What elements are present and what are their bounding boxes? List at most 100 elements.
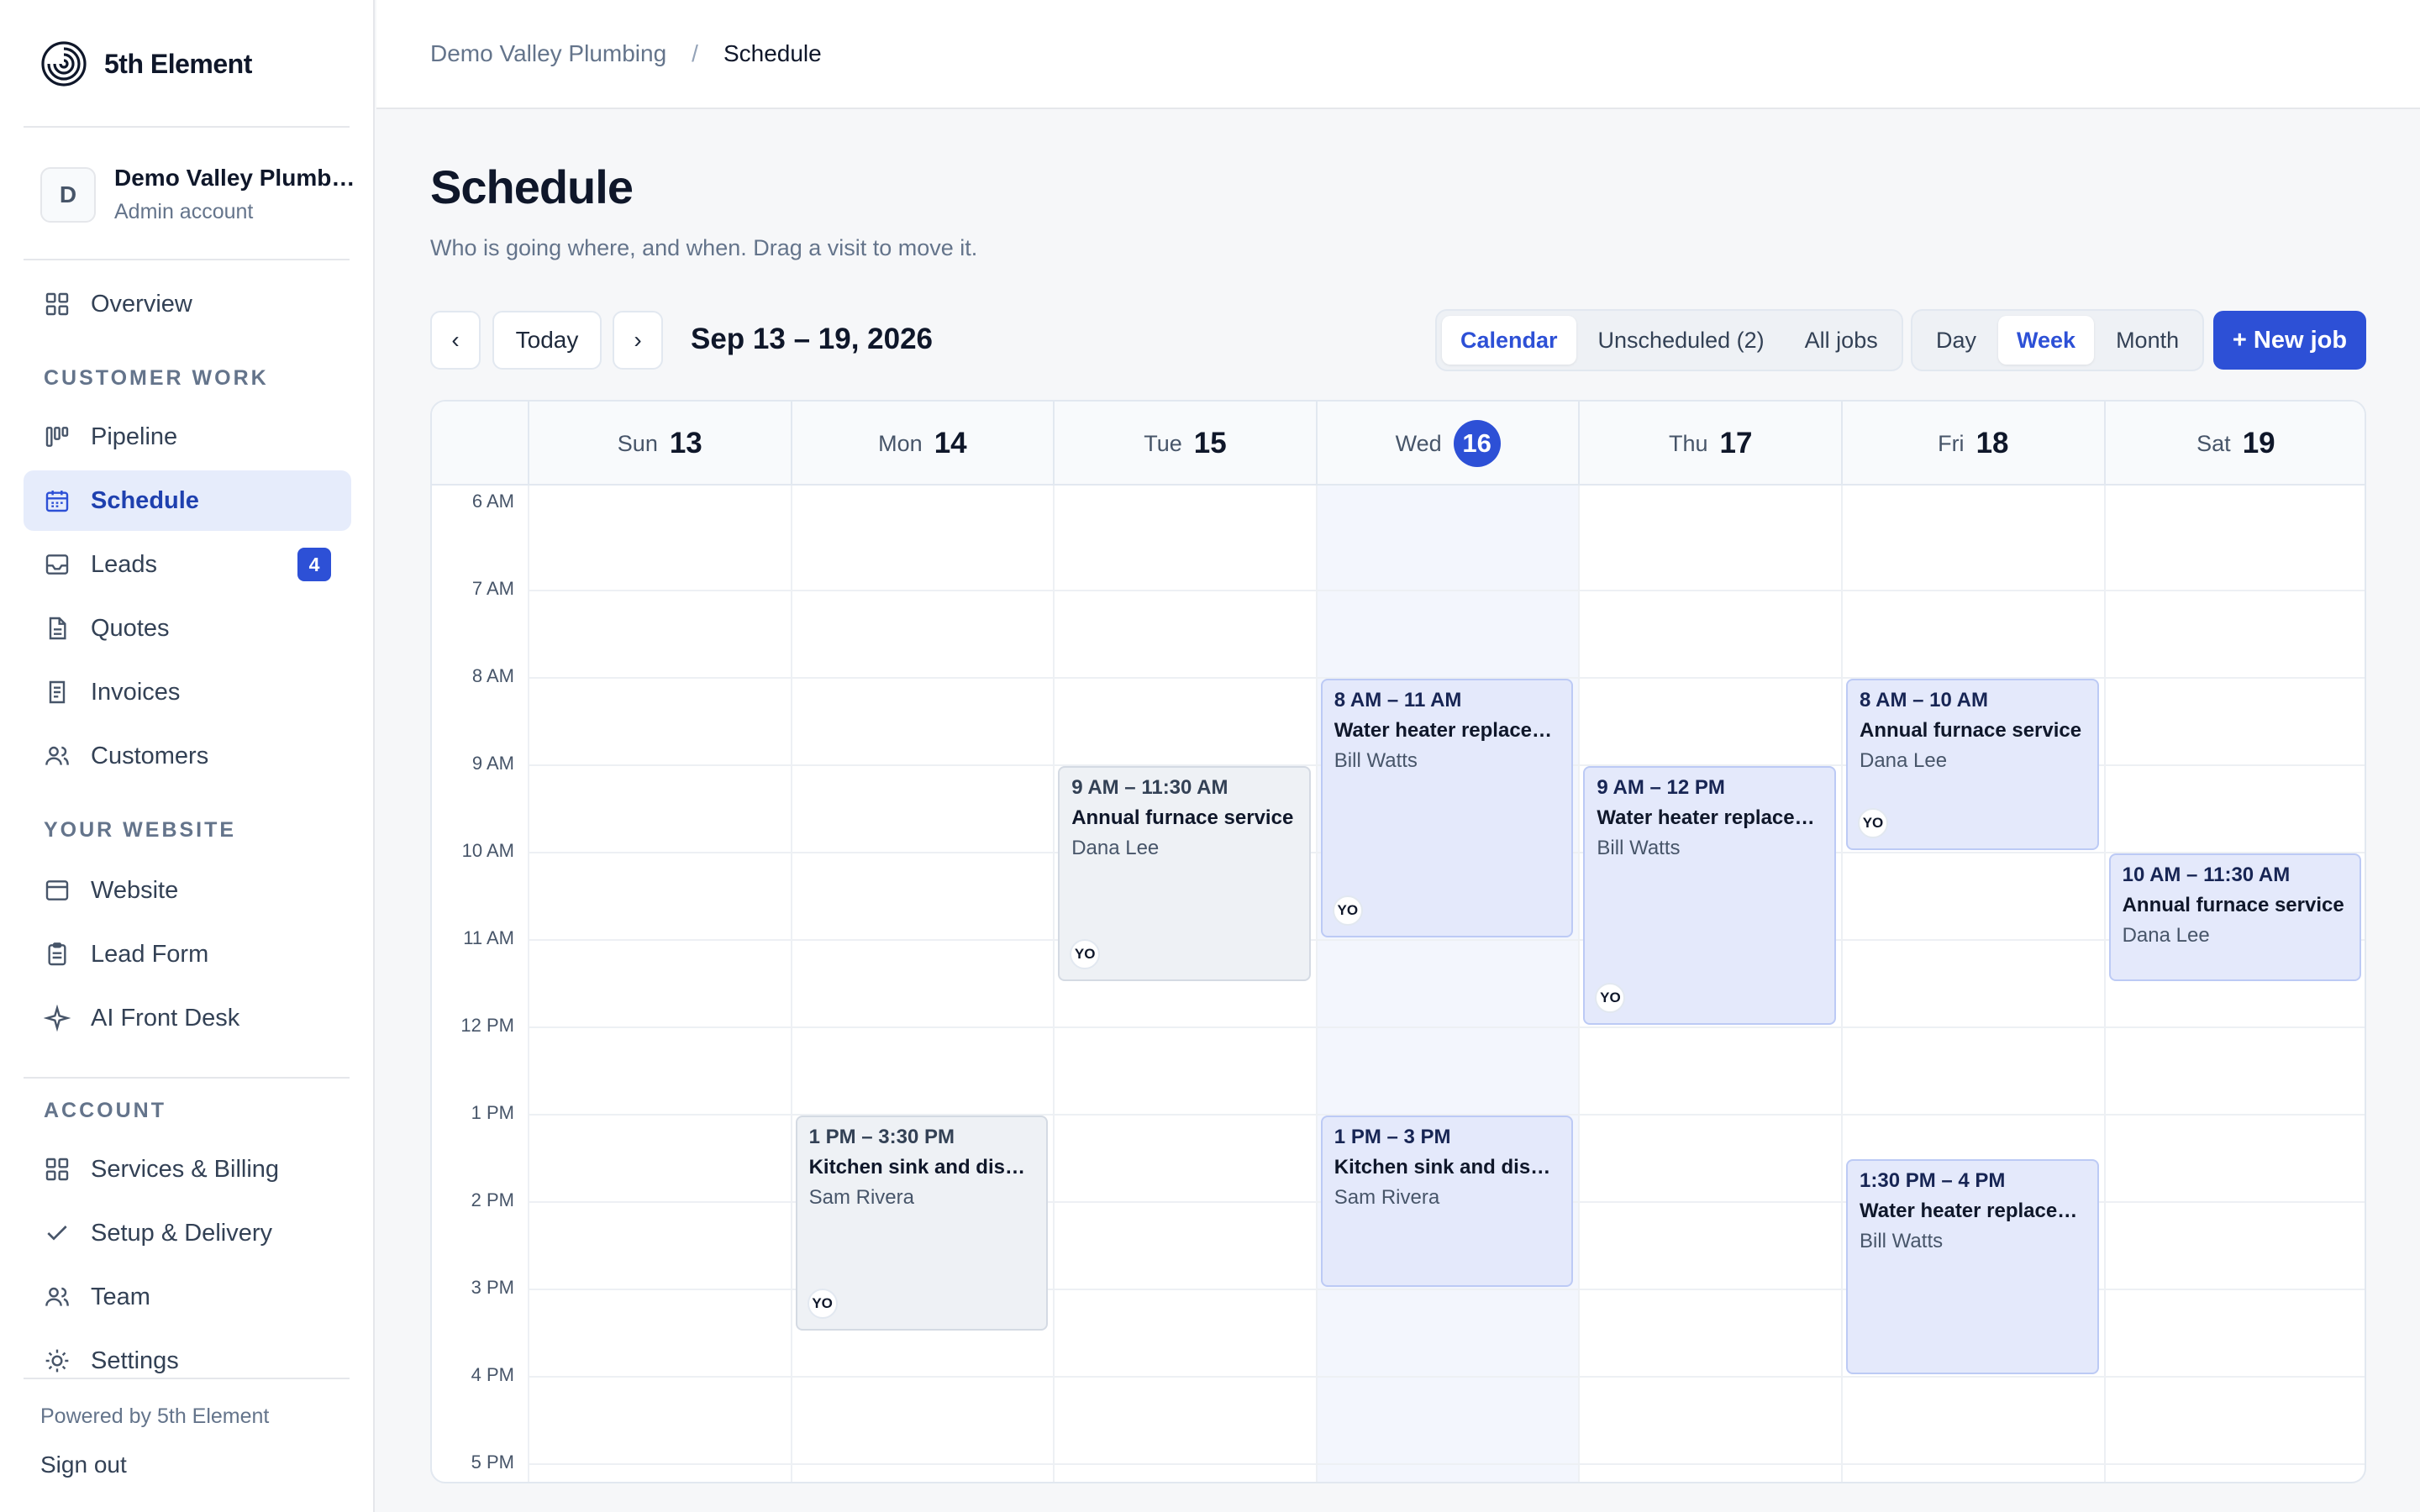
nav-pipeline[interactable]: Pipeline xyxy=(24,407,351,467)
event-customer: Sam Rivera xyxy=(1334,1186,1440,1209)
calendar-icon xyxy=(45,491,69,512)
event-time: 1:30 PM – 4 PM xyxy=(1860,1169,2006,1192)
nav-website[interactable]: Website xyxy=(24,860,351,921)
hour-gridline xyxy=(528,1376,2365,1378)
event-time: 1 PM – 3 PM xyxy=(1334,1126,1451,1148)
assignee-avatar: YO xyxy=(1595,983,1626,1013)
account-name: Demo Valley Plumbing xyxy=(114,165,358,191)
event-time: 10 AM – 11:30 AM xyxy=(2122,864,2291,886)
divider xyxy=(24,259,350,260)
sign-out-link[interactable]: Sign out xyxy=(40,1452,127,1478)
schedule-event[interactable]: 8 AM – 10 AM Annual furnace service Dana L… xyxy=(1846,679,2099,850)
new-job-button[interactable]: + New job xyxy=(2213,311,2366,370)
event-time: 8 AM – 11 AM xyxy=(1334,689,1462,711)
powered-by-text: Powered by 5th Element xyxy=(40,1404,270,1428)
day-header-sun[interactable]: Sun 13 xyxy=(528,402,791,486)
view-calendar-tab[interactable]: Calendar xyxy=(1442,316,1576,365)
nav-lead-form[interactable]: Lead Form xyxy=(24,924,351,984)
assignee-avatar: YO xyxy=(1070,939,1101,969)
nav-overview[interactable]: Overview xyxy=(24,274,351,334)
nav-label: Settings xyxy=(91,1347,179,1374)
event-title: Kitchen sink and disposal xyxy=(1334,1156,1560,1179)
today-button[interactable]: Today xyxy=(492,311,602,370)
day-name: Sun xyxy=(617,430,658,456)
nav-invoices[interactable]: Invoices xyxy=(24,662,351,722)
scale-week-tab[interactable]: Week xyxy=(1998,316,2095,365)
column-divider xyxy=(1053,486,1055,1482)
day-name: Mon xyxy=(878,430,923,456)
nav-services-billing[interactable]: Services & Billing xyxy=(24,1139,351,1200)
hour-label: 7 AM xyxy=(471,578,514,599)
nav-customers[interactable]: Customers xyxy=(24,726,351,786)
view-all-jobs-tab[interactable]: All jobs xyxy=(1786,316,1897,365)
event-customer: Bill Watts xyxy=(1334,749,1418,772)
day-header-wed[interactable]: Wed 16 xyxy=(1315,402,1579,486)
account-role: Admin account xyxy=(114,200,254,223)
hour-gridline xyxy=(528,1463,2365,1465)
schedule-event[interactable]: 8 AM – 11 AM Water heater replacement Bill… xyxy=(1320,679,1574,937)
nav-label: Leads xyxy=(91,550,158,578)
day-header-thu[interactable]: Thu 17 xyxy=(1578,402,1841,486)
event-title: Water heater replacement xyxy=(1860,1200,2086,1222)
nav-label: Invoices xyxy=(91,678,181,706)
scale-month-tab[interactable]: Month xyxy=(2097,316,2197,365)
nav-ai-front-desk[interactable]: AI Front Desk xyxy=(24,988,351,1048)
nav-section-your-website: YOUR WEBSITE xyxy=(44,818,237,842)
document-icon xyxy=(49,617,66,640)
nav-label: Overview xyxy=(91,290,192,318)
schedule-event[interactable]: 1:30 PM – 4 PM Water heater replacement Bi… xyxy=(1846,1159,2099,1374)
day-name: Thu xyxy=(1668,430,1708,456)
check-icon xyxy=(47,1226,67,1241)
schedule-event[interactable]: 9 AM – 11:30 AM Annual furnace service Dan… xyxy=(1058,766,1311,981)
nav-schedule[interactable]: Schedule xyxy=(24,470,351,531)
day-header-fri[interactable]: Fri 18 xyxy=(1841,402,2104,486)
next-week-button[interactable]: › xyxy=(613,311,663,370)
breadcrumb-current: Schedule xyxy=(723,40,822,66)
schedule-event[interactable]: 10 AM – 11:30 AM Annual furnace service Da… xyxy=(2108,853,2362,981)
day-number: 15 xyxy=(1193,427,1227,459)
day-name: Tue xyxy=(1144,430,1182,456)
nav-label: Lead Form xyxy=(91,940,209,968)
nav-setup-delivery[interactable]: Setup & Delivery xyxy=(24,1203,351,1263)
day-number: 19 xyxy=(2242,427,2275,459)
event-title: Kitchen sink and disposal xyxy=(808,1156,1035,1179)
nav-quotes[interactable]: Quotes xyxy=(24,598,351,659)
kanban-icon xyxy=(45,427,69,447)
breadcrumb-parent[interactable]: Demo Valley Plumbing xyxy=(430,40,666,67)
hour-label: 8 AM xyxy=(471,665,514,686)
event-customer: Bill Watts xyxy=(1860,1230,1944,1252)
nav-settings[interactable]: Settings xyxy=(24,1331,351,1391)
nav-label: Team xyxy=(91,1283,150,1310)
nav-section-account: ACCOUNT xyxy=(44,1099,166,1122)
event-title: Water heater replacement xyxy=(1334,719,1560,742)
day-header-tue[interactable]: Tue 15 xyxy=(1053,402,1316,486)
nav-label: Services & Billing xyxy=(91,1155,280,1183)
schedule-event[interactable]: 1 PM – 3:30 PM Kitchen sink and disposal S… xyxy=(795,1116,1049,1331)
schedule-event[interactable]: 1 PM – 3 PM Kitchen sink and disposal Sam … xyxy=(1320,1116,1574,1287)
column-divider xyxy=(528,486,529,1482)
hour-label: 12 PM xyxy=(460,1015,514,1036)
schedule-event[interactable]: 9 AM – 12 PM Water heater replacement Bill… xyxy=(1583,766,1836,1025)
today-date-marker: 16 xyxy=(1453,420,1501,467)
page-subtitle: Who is going where, and when. Drag a vis… xyxy=(430,235,978,260)
event-time: 8 AM – 10 AM xyxy=(1860,689,1988,711)
browser-icon xyxy=(45,880,69,900)
event-title: Water heater replacement xyxy=(1597,806,1823,829)
day-header-sat[interactable]: Sat 19 xyxy=(2103,402,2365,486)
nav-label: Schedule xyxy=(91,486,199,514)
account-avatar: D xyxy=(40,166,96,223)
sparkle-icon xyxy=(44,1005,71,1032)
sidebar: 5th Element D Demo Valley Plumbing Admin… xyxy=(0,0,375,1512)
event-customer: Dana Lee xyxy=(1071,837,1160,859)
scale-day-tab[interactable]: Day xyxy=(1918,316,1995,365)
users-icon xyxy=(45,1287,69,1306)
nav-leads[interactable]: Leads 4 xyxy=(24,534,351,595)
hour-label: 6 AM xyxy=(471,491,514,512)
prev-week-button[interactable]: ‹ xyxy=(430,311,481,370)
event-customer: Bill Watts xyxy=(1597,837,1681,859)
nav-team[interactable]: Team xyxy=(24,1267,351,1327)
view-unscheduled-tab[interactable]: Unscheduled (2) xyxy=(1580,316,1783,365)
brand[interactable]: 5th Element xyxy=(40,40,252,87)
account-switcher[interactable]: D Demo Valley Plumbing Admin account xyxy=(40,165,358,224)
day-header-mon[interactable]: Mon 14 xyxy=(790,402,1054,486)
